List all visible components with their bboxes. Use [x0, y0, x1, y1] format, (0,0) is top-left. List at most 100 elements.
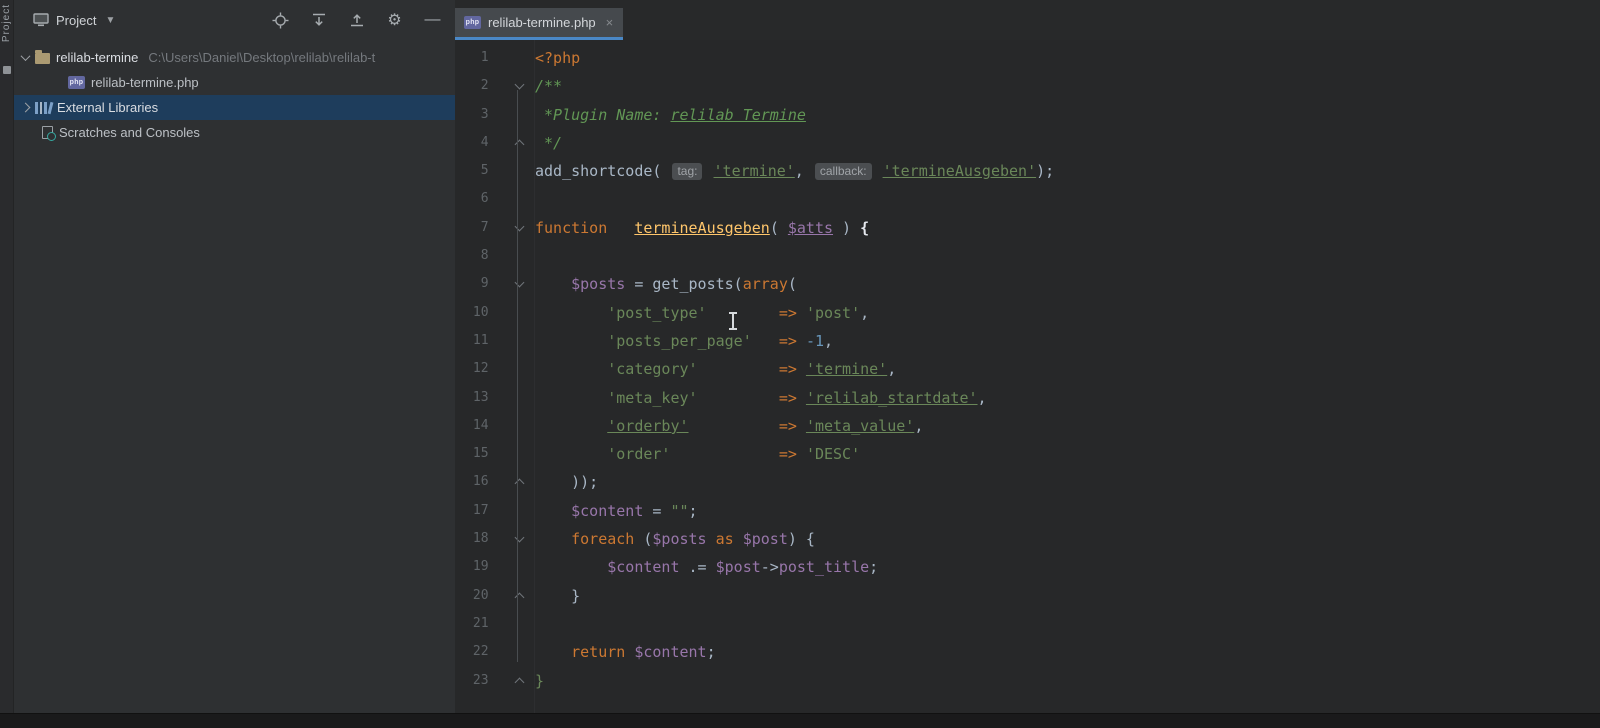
code-line[interactable]: add_shortcode( tag: 'termine', callback:… [535, 157, 1600, 185]
project-panel: Project ▼ ⚙ — relilab-termine C:\Users\D… [14, 0, 455, 713]
parameter-hint: callback: [814, 163, 872, 181]
code-line[interactable]: $content = ""; [535, 497, 1600, 525]
tree-item-label: External Libraries [57, 100, 159, 115]
line-number[interactable]: 15 [455, 440, 489, 468]
line-number[interactable]: 20 [455, 582, 489, 610]
line-number[interactable]: 3 [455, 101, 489, 129]
line-number[interactable]: 4 [455, 129, 489, 157]
folder-icon [35, 50, 50, 64]
line-number[interactable]: 23 [455, 667, 489, 695]
fold-gutter [489, 101, 534, 129]
scratch-file-icon [42, 126, 56, 141]
parameter-hint: tag: [672, 163, 703, 181]
code-lines[interactable]: <?php/** *Plugin Name: relilab Termine *… [535, 40, 1600, 713]
code-line[interactable]: 'meta_key' => 'relilab_startdate', [535, 384, 1600, 412]
line-number[interactable]: 19 [455, 553, 489, 581]
php-file-icon: php [464, 16, 481, 29]
code-line[interactable]: 'category' => 'termine', [535, 355, 1600, 383]
line-number[interactable]: 7 [455, 214, 489, 242]
chevron-down-icon[interactable] [20, 51, 31, 62]
ide-window: Project Project ▼ ⚙ — relilab-termine C:… [0, 0, 1600, 728]
line-number[interactable]: 12 [455, 355, 489, 383]
monitor-icon [32, 12, 49, 29]
fold-marker-icon[interactable] [489, 582, 534, 610]
code-line[interactable]: */ [535, 129, 1600, 157]
code-line[interactable]: 'orderby' => 'meta_value', [535, 412, 1600, 440]
chevron-down-icon[interactable]: ▼ [105, 15, 115, 26]
line-number[interactable]: 16 [455, 468, 489, 496]
tree-item-relilab-termine-php[interactable]: php relilab-termine.php [14, 70, 455, 95]
line-number[interactable]: 5 [455, 157, 489, 185]
code-line[interactable]: 'posts_per_page' => -1, [535, 327, 1600, 355]
code-editor[interactable]: 1 2 3 4 5 6 7 8 9 10 11 12 13 14 15 16 17 18 19 20 21 22 23 <?… [455, 40, 1600, 713]
line-number[interactable]: 9 [455, 270, 489, 298]
fold-gutter [489, 327, 534, 355]
fold-gutter [489, 638, 534, 666]
line-number[interactable]: 1 [455, 44, 489, 72]
fold-gutter [489, 412, 534, 440]
tab-relilab-termine-php[interactable]: php relilab-termine.php × [455, 8, 624, 40]
tool-window-bar: Project [0, 0, 14, 713]
line-number[interactable]: 2 [455, 72, 489, 100]
project-panel-title[interactable]: Project [56, 13, 96, 28]
line-number[interactable]: 17 [455, 497, 489, 525]
fold-gutter [489, 384, 534, 412]
status-bar [0, 713, 1600, 728]
fold-gutter [489, 242, 534, 270]
code-line[interactable]: } [535, 667, 1600, 695]
tree-item-label: relilab-termine [56, 50, 139, 65]
code-line[interactable]: <?php [535, 44, 1600, 72]
code-line[interactable]: )); [535, 468, 1600, 496]
code-line[interactable]: } [535, 582, 1600, 610]
code-line[interactable] [535, 610, 1600, 638]
mouse-ibeam-cursor [728, 312, 738, 330]
fold-marker-icon[interactable] [489, 667, 534, 695]
line-number[interactable]: 6 [455, 185, 489, 213]
fold-gutter [489, 440, 534, 468]
chevron-right-icon[interactable] [20, 102, 31, 113]
hide-panel-icon[interactable]: — [424, 11, 441, 29]
code-line[interactable] [535, 185, 1600, 213]
code-line[interactable] [535, 242, 1600, 270]
tool-window-mini-icon[interactable] [3, 66, 11, 74]
line-number[interactable]: 13 [455, 384, 489, 412]
project-panel-header: Project ▼ ⚙ — [14, 0, 455, 40]
line-number[interactable]: 10 [455, 299, 489, 327]
code-line[interactable]: return $content; [535, 638, 1600, 666]
editor-area: php relilab-termine.php × 1 2 3 4 5 6 7 8 9 10 11 1… [455, 0, 1600, 713]
expand-all-icon[interactable] [310, 12, 327, 29]
tree-item-scratches-and-consoles[interactable]: Scratches and Consoles [14, 120, 455, 145]
code-line[interactable]: function termineAusgeben( $atts ) { [535, 214, 1600, 242]
gear-icon[interactable]: ⚙ [386, 12, 403, 29]
collapse-all-icon[interactable] [348, 12, 365, 29]
fold-marker-icon[interactable] [489, 468, 534, 496]
fold-gutter [489, 355, 534, 383]
tree-item-external-libraries[interactable]: External Libraries [14, 95, 455, 120]
fold-marker-icon[interactable] [489, 214, 534, 242]
line-number[interactable]: 21 [455, 610, 489, 638]
line-number[interactable]: 14 [455, 412, 489, 440]
fold-gutter [489, 299, 534, 327]
close-icon[interactable]: × [606, 15, 614, 30]
code-line[interactable]: $posts = get_posts(array( [535, 270, 1600, 298]
project-panel-toolbar: ⚙ — [272, 11, 441, 29]
fold-gutter [489, 44, 534, 72]
fold-marker-icon[interactable] [489, 525, 534, 553]
line-number[interactable]: 18 [455, 525, 489, 553]
line-number[interactable]: 22 [455, 638, 489, 666]
fold-marker-icon[interactable] [489, 129, 534, 157]
fold-marker-icon[interactable] [489, 72, 534, 100]
locate-file-icon[interactable] [272, 12, 289, 29]
code-line[interactable]: 'order' => 'DESC' [535, 440, 1600, 468]
tree-item-relilab-termine[interactable]: relilab-termine C:\Users\Daniel\Desktop\… [14, 45, 455, 70]
line-number[interactable]: 11 [455, 327, 489, 355]
fold-marker-icon[interactable] [489, 270, 534, 298]
code-line[interactable]: 'post_type' => 'post', [535, 299, 1600, 327]
code-line[interactable]: foreach ($posts as $post) { [535, 525, 1600, 553]
code-line[interactable]: $content .= $post->post_title; [535, 553, 1600, 581]
code-line[interactable]: *Plugin Name: relilab Termine [535, 101, 1600, 129]
code-line[interactable]: /** [535, 72, 1600, 100]
line-number[interactable]: 8 [455, 242, 489, 270]
tool-window-bar-project-button[interactable]: Project [1, 4, 12, 42]
libraries-icon [35, 101, 53, 115]
